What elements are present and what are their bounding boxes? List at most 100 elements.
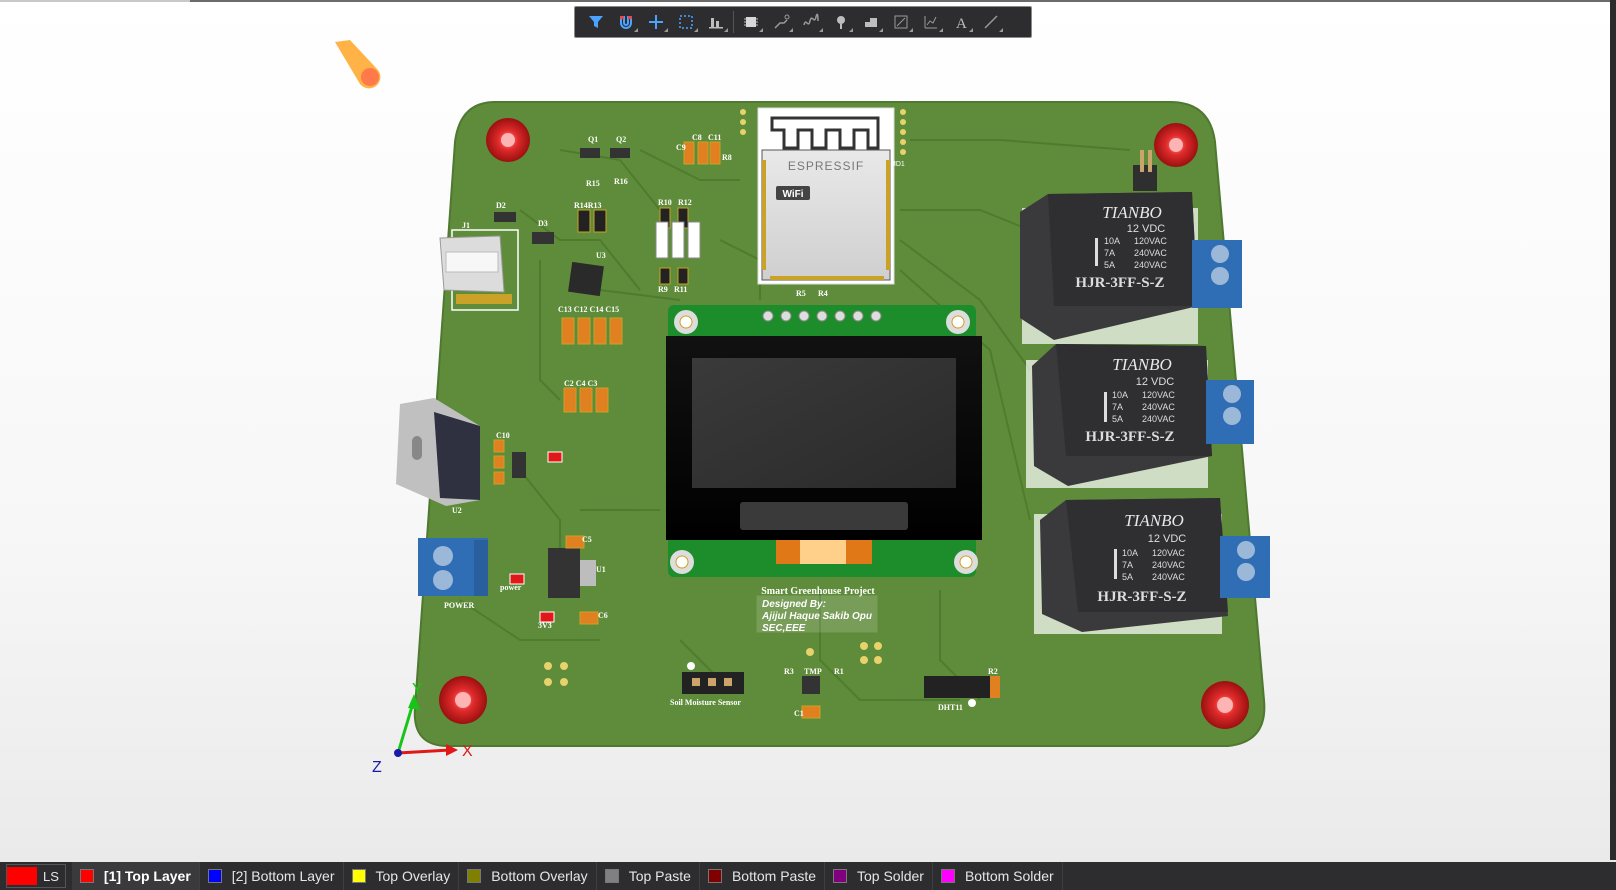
layer-color-swatch [207, 869, 222, 883]
svg-text:R3: R3 [784, 667, 794, 676]
layer-tab[interactable]: Bottom Paste [700, 862, 825, 890]
layer-tabs-bar: LS [1] Top Layer [2] Bottom Layer Top Over… [0, 862, 1616, 890]
svg-text:C6: C6 [598, 611, 608, 620]
svg-text:R9: R9 [658, 285, 668, 294]
svg-text:240VAC: 240VAC [1152, 560, 1185, 570]
layer-color-swatch [79, 869, 94, 883]
svg-text:10A: 10A [1122, 548, 1138, 558]
layer-tab[interactable]: Top Overlay [344, 862, 460, 890]
svg-text:R4: R4 [818, 289, 828, 298]
soil-sensor-label: Soil Moisture Sensor [670, 698, 741, 707]
svg-text:5A: 5A [1104, 260, 1115, 270]
svg-text:C5: C5 [582, 535, 592, 544]
layer-color-swatch [940, 869, 955, 883]
svg-text:10A: 10A [1112, 390, 1128, 400]
svg-text:R10: R10 [658, 198, 672, 207]
toolbar-separator [733, 11, 734, 33]
layer-tab-label: Top Paste [628, 868, 691, 884]
select-rect-icon[interactable] [671, 9, 701, 35]
axis-x-label: X [462, 743, 473, 760]
filter-icon[interactable] [581, 9, 611, 35]
axis-y-label: Y [412, 681, 423, 698]
pad-via-icon[interactable] [826, 9, 856, 35]
esp-brand-text: ESPRESSIF [788, 159, 864, 173]
dimension-icon[interactable] [886, 9, 916, 35]
svg-text:R16: R16 [614, 177, 628, 186]
svg-text:240VAC: 240VAC [1134, 260, 1167, 270]
align-icon[interactable] [701, 9, 731, 35]
layer-tab-label: [1] Top Layer [103, 868, 191, 884]
pcb-3d-viewport[interactable]: ESPRESSIF WiFi MD1 TIANBO 12 VDC 10A 120V… [0, 40, 1610, 860]
svg-text:U1: U1 [596, 565, 606, 574]
route-icon[interactable] [766, 9, 796, 35]
svg-text:R8: R8 [722, 153, 732, 162]
svg-text:R11: R11 [674, 285, 687, 294]
layer-set-label: LS [43, 868, 59, 884]
svg-text:7A: 7A [1104, 248, 1115, 258]
esp32-module: ESPRESSIF WiFi MD1 [740, 107, 906, 285]
layer-tab[interactable]: [1] Top Layer [71, 862, 200, 890]
interactive-length-icon[interactable] [796, 9, 826, 35]
svg-text:TIANBO: TIANBO [1124, 511, 1184, 530]
esp-designator: MD1 [890, 161, 905, 168]
layer-color-swatch [707, 869, 722, 883]
svg-text:J1: J1 [462, 221, 470, 230]
svg-text:Q1: Q1 [588, 135, 598, 144]
svg-text:12 VDC: 12 VDC [1136, 376, 1175, 388]
svg-text:C2 C4 C3: C2 C4 C3 [564, 379, 597, 388]
dht11-label: DHT11 [938, 703, 963, 712]
layer-tab-list: [1] Top Layer [2] Bottom Layer Top Overlay… [71, 862, 1063, 890]
pcb-render: ESPRESSIF WiFi MD1 TIANBO 12 VDC 10A 120V… [335, 40, 1270, 776]
svg-text:R5: R5 [796, 289, 806, 298]
layer-tab[interactable]: [2] Bottom Layer [200, 862, 344, 890]
layer-color-swatch [833, 869, 847, 883]
text-icon[interactable]: A [946, 9, 976, 35]
layer-tab-label: Top Solder [857, 868, 924, 884]
polygon-icon[interactable] [856, 9, 886, 35]
svg-text:3V3: 3V3 [538, 621, 552, 630]
svg-text:A: A [956, 16, 967, 31]
component-icon[interactable] [736, 9, 766, 35]
layer-tab-label: Bottom Solder [964, 868, 1054, 884]
svg-text:C13 C12 C14 C15: C13 C12 C14 C15 [558, 305, 619, 314]
layer-set-button[interactable]: LS [6, 864, 66, 888]
layer-color-swatch [604, 869, 619, 883]
svg-text:5A: 5A [1122, 572, 1133, 582]
layer-tab[interactable]: Top Paste [597, 862, 700, 890]
power-terminal [418, 538, 488, 596]
svg-text:U3: U3 [596, 251, 606, 260]
svg-text:240VAC: 240VAC [1152, 572, 1185, 582]
magnet-icon[interactable] [611, 9, 641, 35]
line-icon[interactable] [976, 9, 1006, 35]
svg-text:power: power [500, 583, 522, 592]
svg-text:C9: C9 [676, 143, 686, 152]
department: SEC,EEE [762, 623, 806, 634]
tab-strip-highlight [0, 0, 190, 2]
layer-tab-label: Top Overlay [375, 868, 451, 884]
svg-text:C11: C11 [708, 133, 721, 142]
author-name: Ajijul Haque Sakib Opu [761, 611, 872, 622]
layer-tab[interactable]: Bottom Solder [933, 862, 1063, 890]
current-layer-color [7, 867, 37, 885]
svg-text:R12: R12 [678, 198, 692, 207]
chart-icon[interactable] [916, 9, 946, 35]
svg-text:R2: R2 [988, 667, 998, 676]
svg-text:TIANBO: TIANBO [1102, 203, 1162, 222]
svg-text:C10: C10 [496, 431, 510, 440]
layer-tab[interactable]: Top Solder [825, 862, 933, 890]
svg-text:HJR-3FF-S-Z: HJR-3FF-S-Z [1075, 275, 1164, 291]
svg-text:120VAC: 120VAC [1134, 236, 1167, 246]
layer-tab-label: Bottom Overlay [491, 868, 588, 884]
layer-color-swatch [351, 869, 366, 883]
layer-tab[interactable]: Bottom Overlay [459, 862, 597, 890]
wifi-logo-text: WiFi [782, 189, 803, 200]
svg-text:240VAC: 240VAC [1134, 248, 1167, 258]
crosshair-icon[interactable] [641, 9, 671, 35]
project-title: Smart Greenhouse Project [761, 586, 875, 597]
svg-text:TMP: TMP [804, 667, 822, 676]
svg-text:HJR-3FF-S-Z: HJR-3FF-S-Z [1085, 429, 1174, 445]
svg-text:D3: D3 [538, 219, 548, 228]
svg-text:120VAC: 120VAC [1142, 390, 1175, 400]
right-panel-edge [1610, 0, 1616, 860]
svg-text:Q2: Q2 [616, 135, 626, 144]
